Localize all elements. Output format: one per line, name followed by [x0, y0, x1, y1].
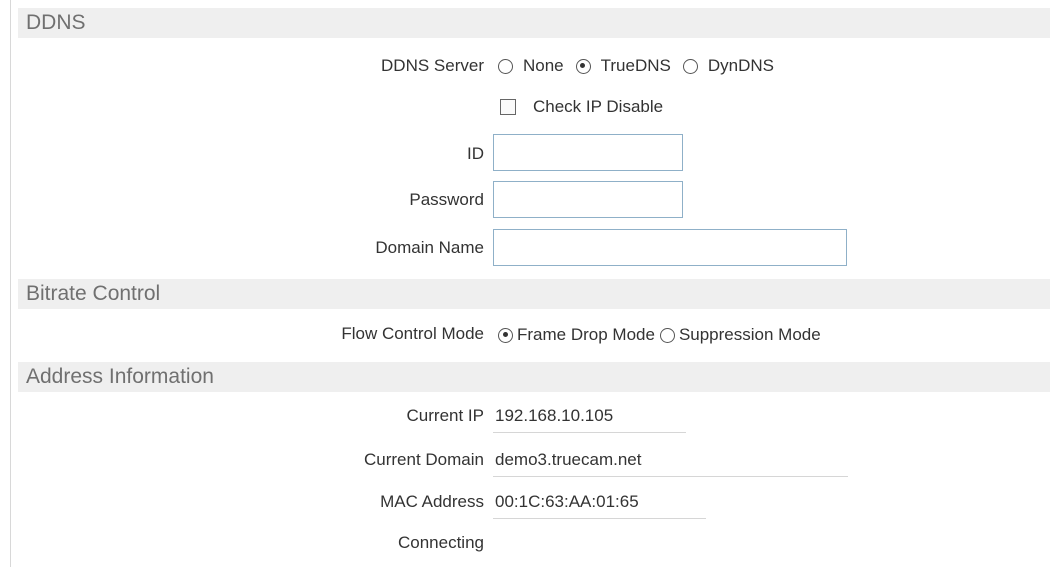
domain-name-input[interactable]: [493, 229, 847, 266]
domain-name-label: Domain Name: [375, 238, 484, 257]
ddns-section-title: DDNS: [26, 11, 86, 34]
current-ip-value: 192.168.10.105: [495, 406, 614, 425]
check-ip-disable-checkbox[interactable]: [500, 99, 516, 115]
suppression-mode-label[interactable]: Suppression Mode: [679, 325, 821, 345]
ddns-server-label: DDNS Server: [381, 56, 484, 75]
ddns-server-truedns-radio[interactable]: [575, 58, 591, 74]
current-ip-label: Current IP: [406, 406, 484, 425]
ddns-server-none-label[interactable]: None: [523, 56, 564, 76]
flow-control-radio-group: Frame Drop Mode Suppression Mode: [498, 325, 821, 345]
mac-address-label: MAC Address: [380, 492, 484, 511]
bitrate-section-title: Bitrate Control: [26, 282, 161, 305]
ddns-section-header: DDNS: [18, 8, 1050, 38]
frame-drop-mode-label[interactable]: Frame Drop Mode: [517, 325, 655, 345]
password-label: Password: [409, 190, 484, 209]
current-domain-value: demo3.truecam.net: [495, 450, 642, 469]
flow-control-mode-label: Flow Control Mode: [341, 324, 484, 343]
current-domain-underline: [493, 476, 848, 477]
current-ip-underline: [493, 432, 686, 433]
id-label: ID: [467, 144, 484, 163]
suppression-mode-radio[interactable]: [659, 327, 675, 343]
ddns-server-dyndns-label[interactable]: DynDNS: [708, 56, 774, 76]
ddns-server-radio-group: None TrueDNS DynDNS: [498, 56, 774, 76]
mac-address-underline: [493, 518, 706, 519]
ddns-server-dyndns-radio[interactable]: [682, 58, 698, 74]
connecting-label: Connecting: [397, 533, 484, 552]
left-divider: [10, 0, 11, 567]
check-ip-disable-row: Check IP Disable: [500, 97, 663, 117]
address-section-title: Address Information: [26, 365, 214, 388]
bitrate-section-header: Bitrate Control: [18, 279, 1050, 309]
ddns-settings-page: DDNS DDNS Server None TrueDNS DynDNS Che…: [0, 0, 1055, 567]
current-domain-label: Current Domain: [364, 450, 484, 469]
id-input[interactable]: [493, 134, 683, 171]
ddns-server-none-radio[interactable]: [498, 58, 513, 74]
frame-drop-mode-radio[interactable]: [498, 327, 513, 343]
ddns-server-truedns-label[interactable]: TrueDNS: [601, 56, 671, 76]
address-section-header: Address Information: [18, 362, 1050, 392]
password-input[interactable]: [493, 181, 683, 218]
check-ip-disable-label[interactable]: Check IP Disable: [533, 97, 663, 117]
mac-address-value: 00:1C:63:AA:01:65: [495, 492, 639, 511]
